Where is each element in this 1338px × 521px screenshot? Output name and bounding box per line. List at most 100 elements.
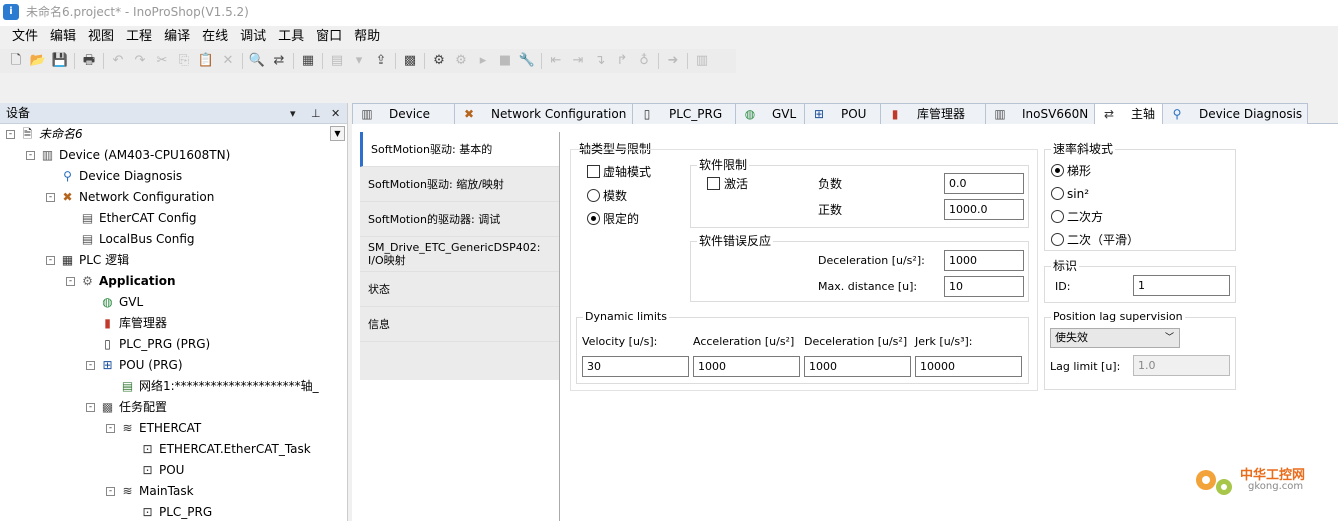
tree-item-label: LocalBus Config [99,232,195,246]
ramp-quadratic-radio[interactable] [1051,210,1064,223]
tree-item[interactable]: ▯ PLC_PRG (PRG) [100,334,210,355]
paste-icon[interactable]: 📋 [195,50,217,72]
print-icon[interactable]: 🖶 [78,50,100,72]
replace-icon[interactable]: ⇄ [268,50,290,72]
login-icon[interactable]: ⚙ [428,50,450,72]
menu-item[interactable]: 在线 [196,26,234,48]
copy-icon[interactable]: ⎘ [173,50,195,72]
side-tab[interactable]: 信息 [360,307,559,342]
tab-库管理器[interactable]: ▮ 库管理器 [880,103,986,124]
open-folder-icon[interactable]: 📂 [27,50,49,72]
side-tab[interactable]: 状态 [360,272,559,307]
dropdown-arrow-icon[interactable]: ▾ [348,50,370,72]
menu-item[interactable]: 调试 [234,26,272,48]
menu-item[interactable]: 帮助 [348,26,386,48]
scan-devices-icon[interactable]: ▥ [691,50,713,72]
tree-item-label: Application [99,274,176,288]
toolbar-separator [322,53,323,69]
menu-item[interactable]: 窗口 [310,26,348,48]
redo-icon[interactable]: ↷ [129,50,151,72]
side-tab[interactable]: SM_Drive_ETC_GenericDSP402: I/O映射 [360,237,559,272]
tab-plc_prg[interactable]: ▯ PLC_PRG [632,103,736,124]
tab-pou[interactable]: ⊞ POU [804,103,881,124]
menu-item[interactable]: 视图 [82,26,120,48]
panel-menu-icon[interactable]: ▾ [290,103,296,124]
side-tab[interactable]: SoftMotion驱动: 缩放/映射 [360,167,559,202]
tree-item[interactable]: 🗎 未命名6 [20,124,83,145]
tree-expander[interactable]: - [46,256,55,265]
menu-item[interactable]: 文件 [6,26,44,48]
tab-network-configuration[interactable]: ✖ Network Configuration [454,103,633,124]
tree-item[interactable]: ⊡ PLC_PRG [140,502,212,520]
tree-item[interactable]: ▤ LocalBus Config [80,229,195,250]
find-icon[interactable]: 🔍 [246,50,268,72]
tree-item[interactable]: ⚙ Application [80,271,176,292]
logout-icon[interactable]: ⚙ [450,50,472,72]
lag-limit-input[interactable]: 1.0 [1133,355,1230,376]
id-input[interactable]: 1 [1133,275,1230,296]
step-over-icon[interactable]: ⇥ [567,50,589,72]
tree-expander[interactable]: - [26,151,35,160]
tree-item[interactable]: ⚲ Device Diagnosis [60,166,182,187]
tree-item[interactable]: ▩ 任务配置 [100,397,167,418]
go-to-icon[interactable]: ➜ [662,50,684,72]
step-out-icon[interactable]: ↱ [611,50,633,72]
tree-expander[interactable]: - [106,424,115,433]
add-object-icon[interactable]: ▤ [326,50,348,72]
tab-gvl[interactable]: ◍ GVL [735,103,805,124]
ramp-sin2-radio[interactable] [1051,187,1064,200]
close-icon[interactable]: ✕ [331,103,340,124]
tree-item[interactable]: ▤ EtherCAT Config [80,208,197,229]
tree-dropdown-icon[interactable]: ▼ [330,126,345,141]
force-icon[interactable]: ♁ [633,50,655,72]
side-tab[interactable]: SoftMotion驱动: 基本的 [360,132,559,167]
stop-icon[interactable]: ■ [494,50,516,72]
tree-item[interactable]: ⊡ ETHERCAT.EtherCAT_Task [140,439,310,460]
menu-item[interactable]: 工程 [120,26,158,48]
tree-expander[interactable]: - [66,277,75,286]
reset-tool-icon[interactable]: 🔧 [516,50,538,72]
tree-item[interactable]: ⊡ POU [140,460,184,481]
tree-expander[interactable]: - [86,361,95,370]
breakpoint-icon[interactable]: ⇤ [545,50,567,72]
step-into-icon[interactable]: ↴ [589,50,611,72]
pin-icon[interactable]: ⊥ [311,103,321,124]
tab-device-diagnosis[interactable]: ⚲ Device Diagnosis [1162,103,1308,124]
network-icon: ✖ [463,107,475,121]
ramp-trapezoid-radio[interactable] [1051,164,1064,177]
tab-device[interactable]: ▥ Device [352,103,455,124]
tree-item[interactable]: ≋ MainTask [120,481,193,502]
tree-item[interactable]: ▤ 网络1:*********************轴_ [120,376,319,397]
tab-inosv660n[interactable]: ▥ InoSV660N [985,103,1095,124]
tree-item[interactable]: ⊞ POU (PRG) [100,355,182,376]
side-tab[interactable]: SoftMotion的驱动器: 调试 [360,202,559,237]
build-icon[interactable]: ▩ [399,50,421,72]
delete-icon[interactable]: ✕ [217,50,239,72]
tree-expander[interactable]: - [86,403,95,412]
export-icon[interactable]: ⇪ [370,50,392,72]
tree-expander[interactable]: - [46,193,55,202]
side-tab-label: SM_Drive_ETC_GenericDSP402: I/O映射 [368,241,541,267]
ramp-quadratic-smooth-radio[interactable] [1051,233,1064,246]
tree-item[interactable]: ≋ ETHERCAT [120,418,201,439]
menu-item[interactable]: 编译 [158,26,196,48]
new-file-icon[interactable]: 🗋 [5,50,27,72]
devices-panel-title: 设备 [6,106,31,120]
tree-expander[interactable]: - [106,487,115,496]
tree-item[interactable]: ▮ 库管理器 [100,313,167,334]
tab-主轴[interactable]: ⇄ 主轴 [1094,103,1163,124]
lag-supervision-select[interactable]: 使失效 ﹀ [1050,328,1180,348]
devices-panel-header: 设备 ▾ ⊥ ✕ [0,103,347,124]
tree-item[interactable]: ▦ PLC 逻辑 [60,250,129,271]
menu-item[interactable]: 编辑 [44,26,82,48]
tree-item[interactable]: ◍ GVL [100,292,143,313]
menu-item[interactable]: 工具 [272,26,310,48]
tree-item[interactable]: ▥ Device (AM403-CPU1608TN) [40,145,230,166]
tree-expander[interactable]: - [6,130,15,139]
cut-icon[interactable]: ✂ [151,50,173,72]
select-all-icon[interactable]: ▦ [297,50,319,72]
save-icon[interactable]: 💾 [49,50,71,72]
undo-icon[interactable]: ↶ [107,50,129,72]
tree-item[interactable]: ✖ Network Configuration [60,187,214,208]
run-icon[interactable]: ▸ [472,50,494,72]
